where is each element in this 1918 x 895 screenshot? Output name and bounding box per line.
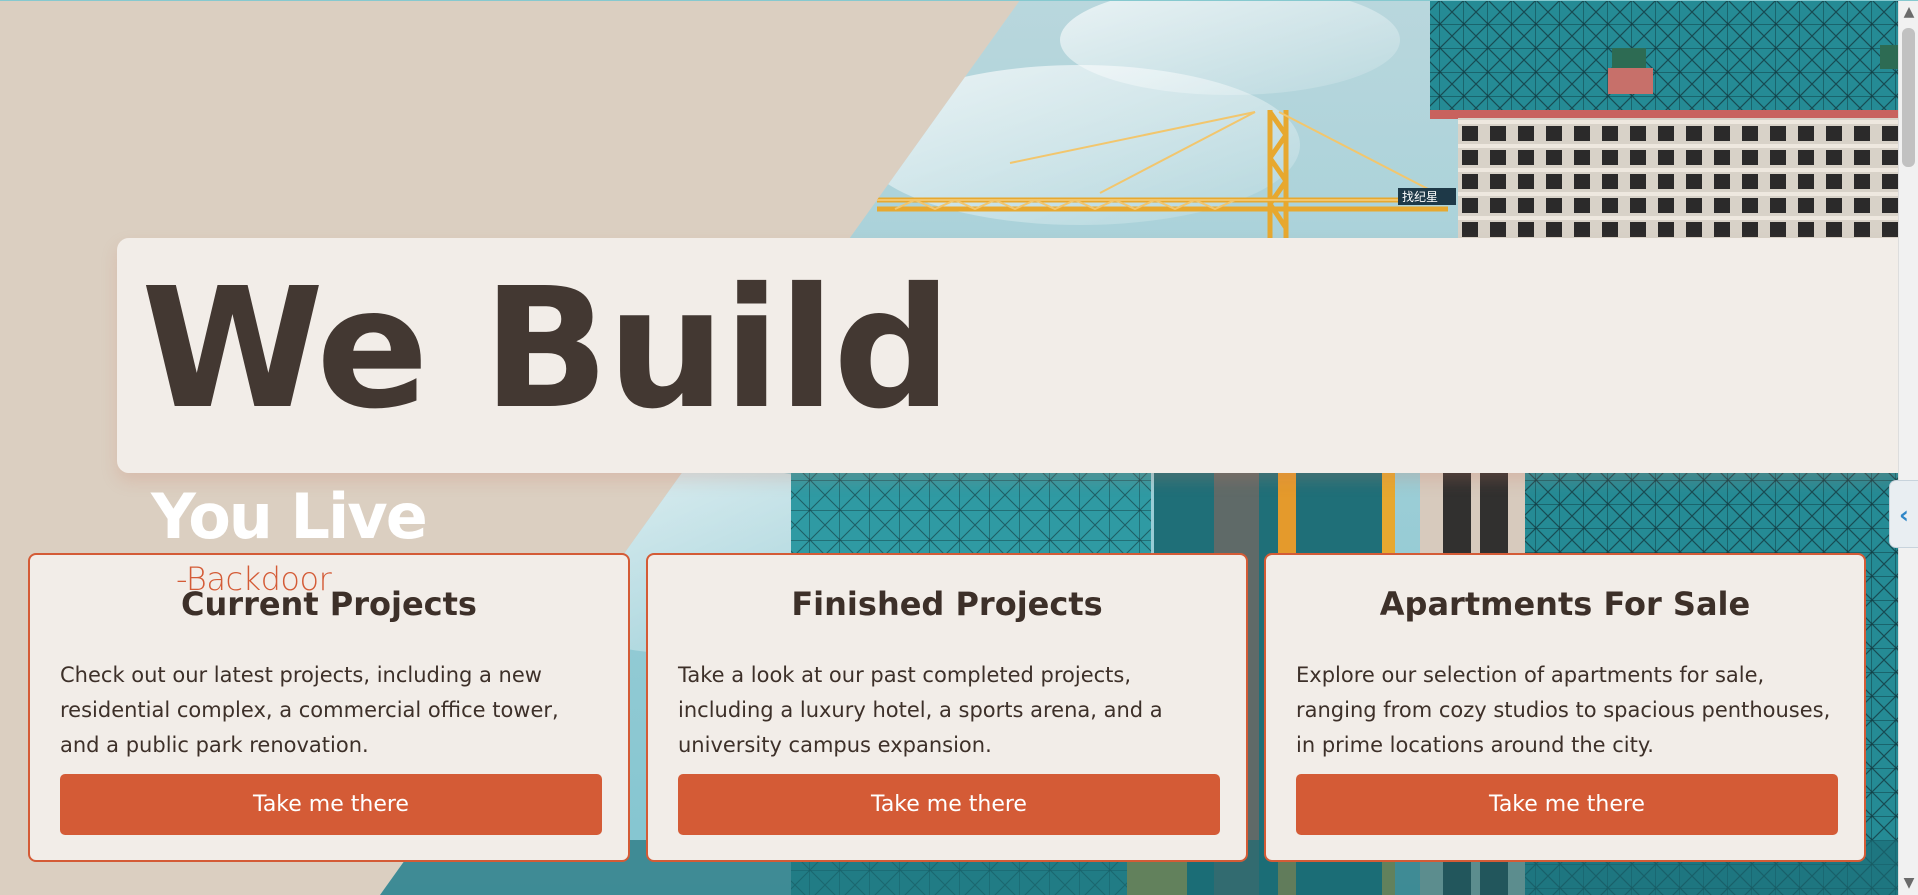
current-projects-button[interactable]: Take me there: [60, 774, 602, 835]
current-projects-card: Current Projects Check out our latest pr…: [28, 553, 630, 862]
crane-sign-text: 找纪星: [1402, 190, 1438, 204]
vertical-scrollbar[interactable]: ▲ ▼: [1898, 0, 1918, 895]
scroll-down-icon[interactable]: ▼: [1901, 875, 1917, 891]
finished-projects-button[interactable]: Take me there: [678, 774, 1220, 835]
current-projects-description: Check out our latest projects, including…: [60, 663, 559, 757]
finished-projects-description: Take a look at our past completed projec…: [678, 663, 1163, 757]
finished-projects-card: Finished Projects Take a look at our pas…: [646, 553, 1248, 862]
apartments-for-sale-description: Explore our selection of apartments for …: [1296, 663, 1831, 757]
hero-section: 找纪星 We Build You Live -Backdoor Current …: [0, 0, 1918, 895]
apartments-for-sale-button[interactable]: Take me there: [1296, 774, 1838, 835]
brand-signature: -Backdoor: [176, 560, 332, 598]
finished-projects-title: Finished Projects: [791, 585, 1103, 623]
apartments-for-sale-title: Apartments For Sale: [1379, 585, 1751, 623]
headline-banner: We Build: [117, 238, 1898, 473]
scrollbar-thumb[interactable]: [1902, 28, 1915, 167]
apartments-for-sale-card: Apartments For Sale Explore our selectio…: [1264, 553, 1866, 862]
scroll-up-icon[interactable]: ▲: [1901, 4, 1917, 20]
top-border: [0, 0, 1918, 1]
side-panel-tab[interactable]: ‹: [1889, 480, 1918, 548]
hero-tagline: You Live: [151, 480, 428, 553]
chevron-left-icon: ‹: [1899, 501, 1909, 529]
main-headline: We Build: [141, 253, 952, 446]
project-cards: Current Projects Check out our latest pr…: [28, 553, 1870, 866]
